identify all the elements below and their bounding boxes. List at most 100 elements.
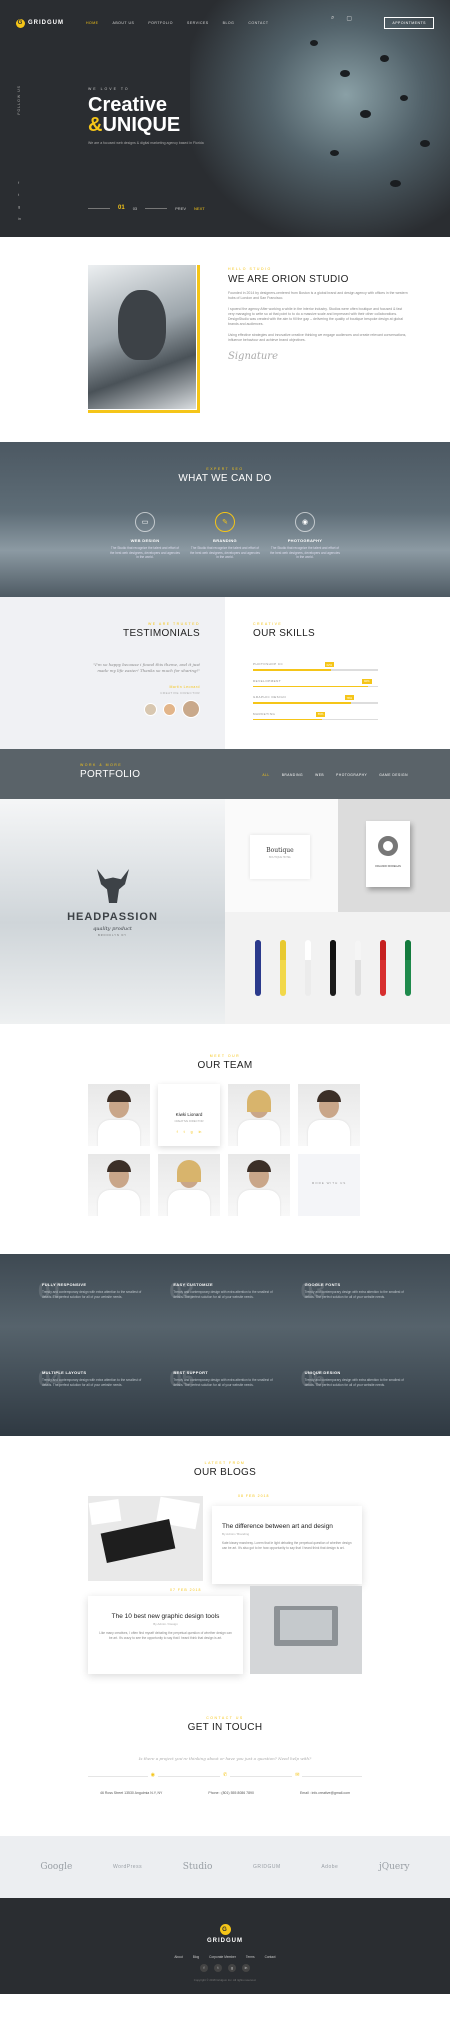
team-member[interactable] bbox=[88, 1084, 150, 1146]
footer-link-about[interactable]: About bbox=[174, 1955, 182, 1959]
team-member-featured[interactable]: Kiwki Lionard CREATIVE DIRECTOR f t g in bbox=[158, 1084, 220, 1146]
hero-description: We are a focused web designs & digital m… bbox=[88, 141, 204, 145]
footer-socials: f t g in bbox=[0, 1964, 450, 1972]
contact-question: Is there a project you're thinking about… bbox=[138, 1756, 312, 1761]
portfolio-item-headpassion[interactable]: HEADPASSION quality product BROOKLYN NY bbox=[0, 799, 225, 1024]
nav-item-blog[interactable]: BLOG bbox=[223, 21, 235, 25]
blogs-title: OUR BLOGS bbox=[193, 1467, 257, 1478]
blog-excerpt-2: Like many creatives, I often find myself… bbox=[99, 1631, 232, 1640]
linkedin-icon[interactable]: in bbox=[18, 216, 21, 221]
team-member[interactable] bbox=[228, 1154, 290, 1216]
feature-item: 05 BEST SUPPORT Trendy and contemporary de… bbox=[169, 1366, 280, 1422]
skill-label: PHOTOSHOP CC bbox=[253, 662, 284, 666]
services-pretitle: EXPERT SEO bbox=[206, 467, 244, 471]
skill-bar: 92% bbox=[253, 678, 378, 687]
tab-branding[interactable]: BRANDING bbox=[282, 773, 303, 777]
google-icon[interactable]: g bbox=[18, 204, 21, 209]
contact-section: CONTACT US GET IN TOUCH Is there a proje… bbox=[0, 1716, 450, 1836]
footer-link-corporate[interactable]: Corporate Member bbox=[209, 1955, 236, 1959]
blog-image-2[interactable] bbox=[250, 1586, 362, 1674]
tab-all[interactable]: ALL bbox=[262, 773, 269, 777]
service-photography[interactable]: ◉ PHOTOGRAPHY The Studio that recognize … bbox=[270, 512, 340, 560]
testimonial-avatars bbox=[144, 700, 200, 718]
logo[interactable]: G GRIDGUM bbox=[16, 18, 64, 28]
camera-icon: ◉ bbox=[295, 512, 315, 532]
contact-icons: ◉ ✆ ✉ bbox=[0, 1772, 450, 1778]
skill-item: PHOTOSHOP CC 62% bbox=[253, 662, 378, 671]
partners-bar: Google WordPress Studio GRIDGUM Adobe jQ… bbox=[0, 1836, 450, 1898]
location-icon: ◉ bbox=[147, 1772, 158, 1778]
portfolio-item-pencils[interactable] bbox=[225, 912, 450, 1024]
facebook-icon[interactable]: f bbox=[177, 1130, 178, 1134]
contact-email[interactable]: Email : info.creative@gmail.com bbox=[300, 1791, 350, 1795]
partner-logo-gridgum: GRIDGUM bbox=[253, 1864, 281, 1870]
linkedin-icon[interactable]: in bbox=[199, 1130, 202, 1134]
skill-bar-fill bbox=[253, 685, 368, 687]
contact-phone[interactable]: Phone : (801) 555 8086 7890 bbox=[208, 1791, 254, 1795]
nav-item-contact[interactable]: CONTACT bbox=[248, 21, 268, 25]
signature: Signature bbox=[228, 351, 279, 362]
nav-item-portfolio[interactable]: PORTFOLIO bbox=[148, 21, 173, 25]
skill-label: DEVELOPMENT bbox=[253, 678, 282, 683]
skill-bar: 78% bbox=[253, 695, 378, 704]
blog-title-2[interactable]: The 10 best new graphic design tools bbox=[98, 1613, 233, 1620]
twitter-icon[interactable]: t bbox=[214, 1964, 222, 1972]
tab-game-design[interactable]: GAME DESIGN bbox=[379, 773, 408, 777]
nav-item-services[interactable]: SERVICES bbox=[187, 21, 209, 25]
prev-button[interactable]: PREV bbox=[175, 206, 186, 211]
appointment-button[interactable]: APPOINTMENTS bbox=[384, 17, 434, 29]
footer-link-blog[interactable]: Blog bbox=[193, 1955, 199, 1959]
avatar[interactable] bbox=[144, 702, 157, 716]
footer-logo-text: GRIDGUM bbox=[207, 1938, 243, 1944]
phone-icon: ✆ bbox=[219, 1772, 231, 1778]
tab-web[interactable]: WEB bbox=[315, 773, 324, 777]
avatar[interactable] bbox=[163, 702, 176, 716]
next-button[interactable]: NEXT bbox=[194, 206, 205, 211]
blog-card-2[interactable]: The 10 best new graphic design tools By … bbox=[88, 1596, 243, 1674]
skill-item: DEVELOPMENT 92% bbox=[253, 678, 378, 687]
testimonial-name: Martin Leonard bbox=[169, 685, 200, 689]
portfolio-item-book[interactable]: ORLANDO MOREGAN bbox=[338, 799, 450, 912]
footer-link-terms[interactable]: Terms bbox=[246, 1955, 255, 1959]
service-title: PHOTOGRAPHY bbox=[287, 538, 323, 543]
nav-item-about[interactable]: ABOUT US bbox=[113, 21, 135, 25]
facebook-icon[interactable]: f bbox=[18, 180, 21, 185]
facebook-icon[interactable]: f bbox=[200, 1964, 208, 1972]
blog-card-1[interactable]: The difference between art and design By… bbox=[212, 1506, 362, 1584]
portfolio-sub: BROOKLYN NY bbox=[98, 934, 127, 937]
service-branding[interactable]: ✎ BRANDING The Studio that recognize the… bbox=[190, 512, 260, 560]
blog-title-1[interactable]: The difference between art and design bbox=[222, 1523, 352, 1530]
team-member[interactable] bbox=[228, 1084, 290, 1146]
avatar-active[interactable] bbox=[182, 700, 200, 718]
nav-menu: HOME ABOUT US PORTFOLIO SERVICES BLOG CO… bbox=[86, 21, 269, 25]
feature-item: 06 UNIQUE DESIGN Trendy and contemporary d… bbox=[301, 1366, 412, 1422]
team-title: OUR TEAM bbox=[197, 1060, 253, 1071]
google-icon[interactable]: g bbox=[228, 1964, 236, 1972]
google-icon[interactable]: g bbox=[191, 1130, 193, 1134]
service-web-design[interactable]: ▭ WEB DESIGN The Studio that recognize t… bbox=[110, 512, 180, 560]
twitter-icon[interactable]: t bbox=[18, 192, 21, 197]
nav-item-home[interactable]: HOME bbox=[86, 21, 99, 25]
linkedin-icon[interactable]: in bbox=[242, 1964, 250, 1972]
blog-image-1[interactable] bbox=[88, 1496, 203, 1581]
footer-link-contact[interactable]: Contact bbox=[265, 1955, 276, 1959]
team-member[interactable] bbox=[88, 1154, 150, 1216]
twitter-icon[interactable]: t bbox=[184, 1130, 185, 1134]
skill-label: GRAPHIC DESIGN bbox=[253, 695, 287, 699]
portfolio-item-boutique[interactable]: Boutique BOUTIQUE HOTEL bbox=[225, 799, 338, 912]
team-member[interactable] bbox=[298, 1084, 360, 1146]
skill-bar-fill bbox=[253, 669, 331, 671]
book-cover: ORLANDO MOREGAN bbox=[366, 821, 410, 887]
footer-logo[interactable]: G GRIDGUM bbox=[0, 1924, 450, 1944]
hero-socials: f t g in bbox=[18, 180, 21, 221]
feature-title: FULLY RESPONSIVE bbox=[42, 1282, 87, 1287]
portfolio-header: WORK & MORE PORTFOLIO ALL BRANDING WEB P… bbox=[0, 749, 450, 799]
tab-photography[interactable]: PHOTOGRAPHY bbox=[336, 773, 367, 777]
more-with-us-tile[interactable]: MORE WITH US bbox=[298, 1154, 360, 1216]
service-desc: The Studio that recognize the talent and… bbox=[110, 546, 180, 559]
about-pretitle: HELLO STUDIO bbox=[228, 267, 272, 271]
team-member[interactable] bbox=[158, 1154, 220, 1216]
hero-text: WE LOVE TO Creative &UNIQUE We are a foc… bbox=[88, 87, 238, 145]
portfolio-filter-tabs: ALL BRANDING WEB PHOTOGRAPHY GAME DESIGN bbox=[262, 773, 408, 777]
deer-logo-icon bbox=[97, 869, 129, 903]
